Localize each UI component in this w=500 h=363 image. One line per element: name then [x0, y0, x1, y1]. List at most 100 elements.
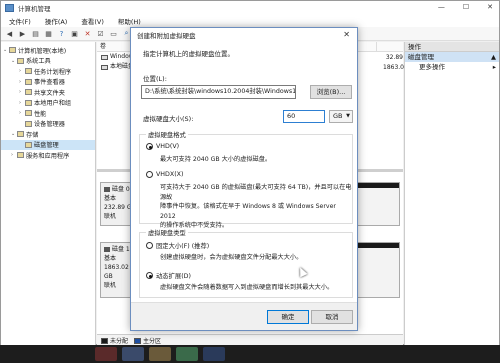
actions-header: 操作 — [405, 42, 499, 52]
delete-icon[interactable]: ✕ — [83, 29, 92, 38]
menu-file[interactable]: 文件(F) — [9, 16, 31, 26]
tree-item[interactable]: › 服务和应用程序 — [1, 150, 95, 161]
more-actions-label: 更多操作 — [419, 63, 445, 71]
tree-item-label: 事件查看器 — [34, 79, 65, 87]
volume-icon — [101, 54, 108, 60]
console-tree: ⌄ 计算机管理(本地) ⌄ 系统工具 › 任务计划程序 › 事件查看器 › 共享文件夹 › 本地用户和… — [1, 42, 96, 345]
unit-select[interactable]: GB ▼ — [329, 110, 353, 123]
menu-help[interactable]: 帮助(H) — [118, 16, 141, 26]
vhdx-desc-line: 的操作系统中不受支持。 — [160, 222, 229, 229]
help-icon[interactable]: ? — [57, 29, 66, 38]
menu-bar: 文件(F) 操作(A) 查看(V) 帮助(H) — [1, 15, 499, 27]
vhdx-description: 可支持大于 2040 GB 的虚拟磁盘(最大可支持 64 TB)，并且可以在电源… — [160, 183, 352, 231]
folder-icon[interactable]: ▭ — [109, 29, 118, 38]
tree-node-icon — [25, 110, 32, 117]
tree-item-label: 任务计划程序 — [34, 68, 72, 76]
tree-item[interactable]: ⌄ 系统工具 — [1, 56, 95, 67]
vhdx-label: VHDX(X) — [156, 171, 184, 178]
legend-unallocated: 未分配 — [101, 336, 128, 345]
browse-button[interactable]: 浏览(B)... — [310, 85, 352, 99]
actions-section-disk-management[interactable]: 磁盘管理 ▲ — [405, 52, 499, 62]
taskbar-app-icon[interactable] — [149, 347, 171, 361]
size-input[interactable]: 60 — [283, 110, 325, 123]
size-label: 虚拟硬盘大小(S): — [143, 115, 194, 123]
tree-item[interactable]: › 性能 — [1, 108, 95, 119]
capacity-value: 32.89 — [385, 54, 403, 61]
vhd-radio[interactable]: VHD(V) — [146, 143, 179, 150]
create-vhd-dialog: 创建和附加虚拟硬盘 ✕ 指定计算机上的虚拟硬盘位置。 位置(L): D:\系统\… — [130, 27, 358, 331]
tree-node-icon — [25, 141, 32, 148]
maximize-button[interactable]: ☐ — [463, 3, 469, 11]
menu-view[interactable]: 查看(V) — [81, 16, 104, 26]
taskbar-app-icon[interactable] — [122, 347, 144, 361]
radio-selected-icon — [146, 272, 153, 279]
legend-primary: 主分区 — [134, 336, 161, 345]
taskbar-app-icon[interactable] — [203, 347, 225, 361]
ok-button[interactable]: 确定 — [267, 310, 309, 324]
check-icon[interactable]: ☑ — [96, 29, 105, 38]
more-actions-item[interactable]: 更多操作 ▸ — [405, 62, 499, 72]
tree-node-icon — [17, 57, 24, 64]
taskbar-app-icon[interactable] — [176, 347, 198, 361]
type-group-title: 虚拟硬盘类型 — [146, 228, 188, 237]
vhdx-desc-line: 障事件中恢复。该格式在早于 Windows 8 或 Windows Server… — [160, 203, 336, 220]
computer-management-icon — [5, 4, 14, 12]
menu-action[interactable]: 操作(A) — [45, 16, 68, 26]
tree-item[interactable]: 设备管理器 — [1, 119, 95, 130]
dialog-title-bar: 创建和附加虚拟硬盘 ✕ — [131, 28, 357, 42]
location-input[interactable]: D:\系统\系统封装\windows10.2004封装\Windows10.20… — [141, 85, 296, 99]
unit-value: GB — [333, 112, 343, 120]
tree-item-label: 磁盘管理 — [34, 142, 59, 150]
legend: 未分配 主分区 — [97, 334, 403, 345]
tree-node-icon — [17, 152, 24, 159]
taskbar-app-icon[interactable] — [95, 347, 117, 361]
forward-icon[interactable]: ▶ — [18, 29, 27, 38]
tree-item[interactable]: › 事件查看器 — [1, 77, 95, 88]
tree-item-label: 服务和应用程序 — [26, 152, 70, 160]
submenu-arrow-icon: ▸ — [492, 63, 496, 71]
tree-item[interactable]: › 任务计划程序 — [1, 66, 95, 77]
chevron-down-icon: ▼ — [346, 113, 350, 119]
tree-item-label: 设备管理器 — [34, 121, 65, 129]
dynamic-radio[interactable]: 动态扩展(D) — [146, 271, 191, 280]
tree-item[interactable]: 磁盘管理 — [1, 139, 95, 150]
tree-item-label: 性能 — [34, 110, 47, 118]
fixed-size-radio[interactable]: 固定大小(F) (推荐) — [146, 241, 209, 250]
tree-item-label: 共享文件夹 — [34, 89, 65, 97]
cancel-button[interactable]: 取消 — [311, 310, 353, 324]
dialog-footer: 确定 取消 — [131, 302, 357, 330]
volume-capacity-column: 32.89 1863.02 — [383, 53, 408, 73]
tree-item[interactable]: ⌄ 计算机管理(本地) — [1, 45, 95, 56]
location-label: 位置(L): — [143, 75, 167, 83]
close-window-button[interactable]: ✕ — [487, 3, 493, 11]
tree-node-icon — [25, 68, 32, 75]
close-icon[interactable]: ✕ — [343, 30, 350, 39]
dialog-title: 创建和附加虚拟硬盘 — [137, 32, 196, 40]
tree-item[interactable]: › 本地用户和组 — [1, 98, 95, 109]
fixed-size-description: 创建虚拟硬盘时，会为虚拟硬盘文件分配最大大小。 — [160, 254, 303, 261]
tree-node-icon — [25, 99, 32, 106]
disk-icon — [104, 187, 110, 192]
tree-item-label: 计算机管理(本地) — [18, 47, 67, 55]
dynamic-label: 动态扩展(D) — [156, 273, 191, 280]
tree-node-icon — [25, 89, 32, 96]
minimize-button[interactable]: — — [438, 3, 445, 11]
type-group: 虚拟硬盘类型 固定大小(F) (推荐) 创建虚拟硬盘时，会为虚拟硬盘文件分配最大… — [139, 228, 353, 298]
disk-name: 磁盘 0 — [112, 186, 130, 193]
actions-section-label: 磁盘管理 — [408, 53, 434, 61]
grid-icon[interactable]: ▣ — [70, 29, 79, 38]
tree-item[interactable]: › 共享文件夹 — [1, 87, 95, 98]
dialog-instruction: 指定计算机上的虚拟硬盘位置。 — [143, 50, 234, 58]
format-group-title: 虚拟硬盘格式 — [146, 130, 188, 139]
disk-icon — [104, 247, 110, 252]
primary-swatch — [134, 338, 142, 344]
legend-primary-label: 主分区 — [143, 337, 162, 345]
tree-node-icon — [25, 78, 32, 85]
properties-icon[interactable]: ▦ — [44, 29, 53, 38]
actions-pane: 操作 磁盘管理 ▲ 更多操作 ▸ — [404, 42, 499, 345]
tree-item-label: 本地用户和组 — [34, 100, 72, 108]
console-tree-icon[interactable]: ▤ — [31, 29, 40, 38]
tree-item[interactable]: ⌄ 存储 — [1, 129, 95, 140]
vhdx-radio[interactable]: VHDX(X) — [146, 171, 183, 178]
back-icon[interactable]: ◀ — [5, 29, 14, 38]
